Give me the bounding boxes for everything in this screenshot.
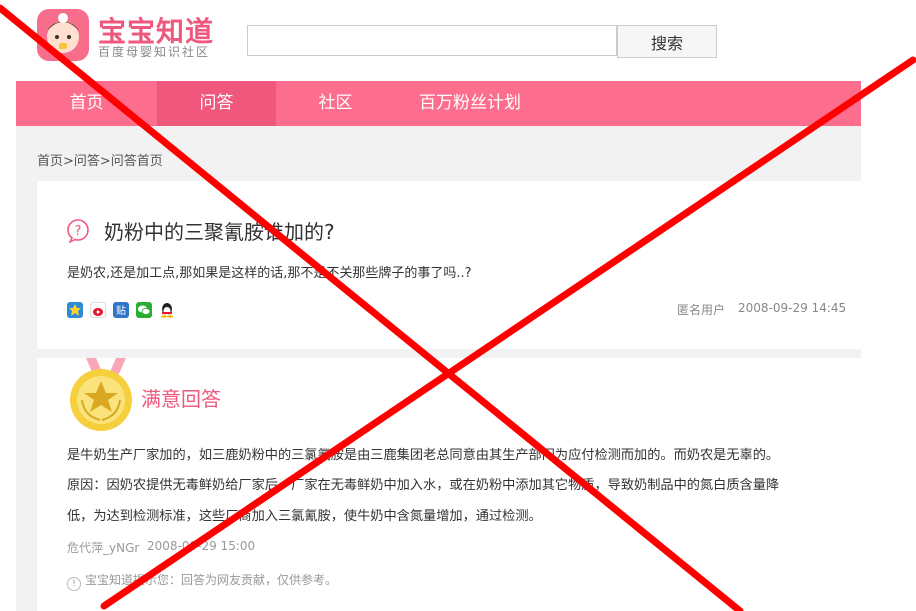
best-answer-label: 满意回答 — [141, 387, 221, 411]
search-input[interactable] — [247, 25, 617, 56]
nav-qa[interactable]: 问答 — [157, 81, 276, 126]
nav-community[interactable]: 社区 — [276, 81, 395, 126]
baby-logo-icon[interactable] — [37, 9, 89, 61]
logo-subtitle: 百度母婴知识社区 — [98, 45, 211, 59]
answer-line-3: 低，为达到检测标准，这些厂商加入三氯氰胺，使牛奶中含氮量增加，通过检测。 — [67, 509, 542, 524]
answer-user[interactable]: 危代萍_yNGr — [67, 539, 139, 556]
qzone-icon[interactable] — [67, 302, 83, 318]
answer-notice: ! 宝宝知道提示您：回答为网友贡献，仅供参考。 — [67, 571, 337, 591]
tieba-icon[interactable]: 贴 — [113, 302, 129, 318]
search-button[interactable]: 搜索 — [617, 25, 717, 58]
nav-fans-plan[interactable]: 百万粉丝计划 — [395, 81, 545, 126]
header: 宝宝知道 百度母婴知识社区 搜索 — [0, 0, 916, 80]
svg-text:?: ? — [75, 224, 82, 239]
question-title: 奶粉中的三聚氰胺谁加的? — [104, 220, 335, 244]
qq-icon[interactable] — [159, 302, 175, 318]
gold-medal-icon — [66, 358, 136, 432]
breadcrumb[interactable]: 首页>问答>问答首页 — [37, 150, 163, 169]
question-icon: ? — [66, 219, 90, 244]
question-user: 匿名用户 — [677, 303, 726, 317]
nav-home[interactable]: 首页 — [16, 81, 157, 126]
weibo-icon[interactable] — [90, 302, 106, 318]
answer-time: 2008-09-29 15:00 — [147, 539, 256, 553]
question-body: 是奶农,还是加工点,那如果是这样的话,那不是不关那些牌子的事了吗..? — [67, 266, 472, 281]
notice-text: 宝宝知道提示您：回答为网友贡献，仅供参考。 — [85, 573, 338, 587]
svg-text:贴: 贴 — [116, 304, 126, 317]
info-icon: ! — [67, 577, 81, 591]
answer-line-2: 原因：因奶农提供无毒鲜奶给厂家后，厂家在无毒鲜奶中加入水，或在奶粉中添加其它物质… — [67, 478, 780, 493]
question-time: 2008-09-29 14:45 — [738, 301, 847, 315]
main-nav: 首页 问答 社区 百万粉丝计划 — [16, 81, 861, 126]
wechat-icon[interactable] — [136, 302, 152, 318]
answer-line-1: 是牛奶生产厂家加的，如三鹿奶粉中的三氯氰胺是由三鹿集团老总同意由其生产部门为应付… — [67, 448, 780, 463]
